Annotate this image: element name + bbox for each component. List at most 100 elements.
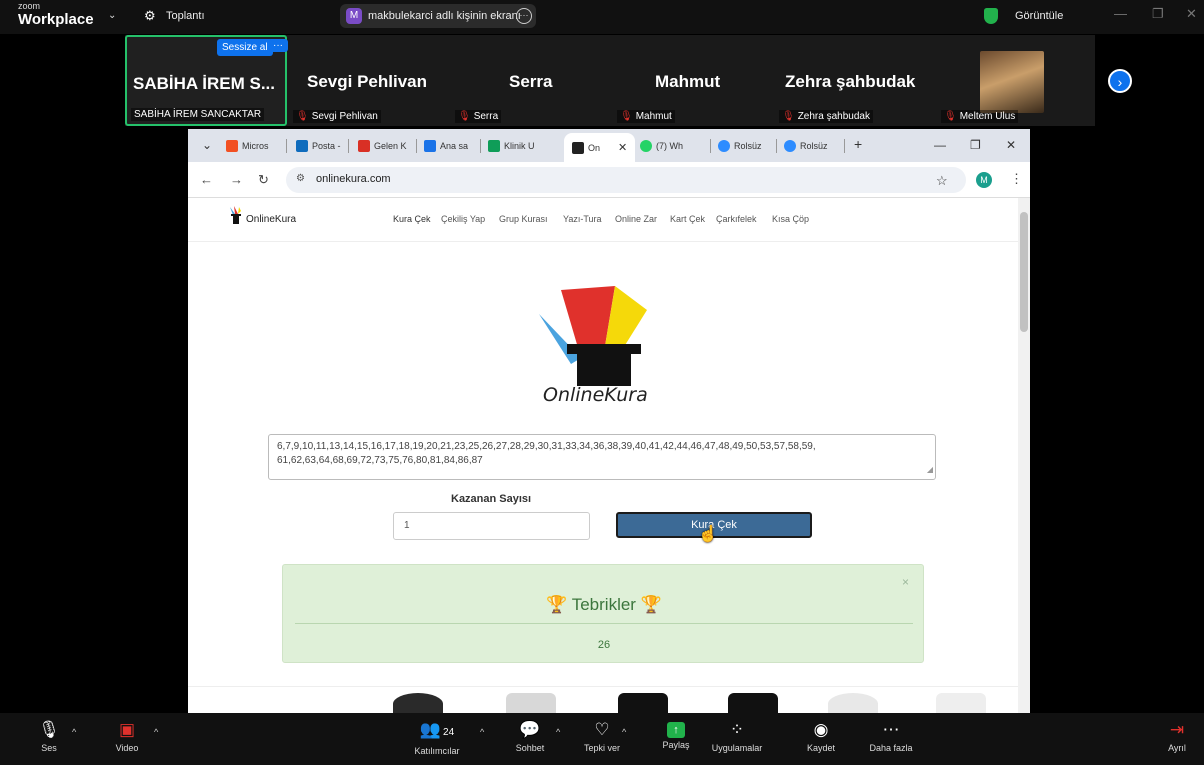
browser-tab[interactable]: Klinik U xyxy=(488,135,535,157)
browser-address-bar: ← → ↻ ⚙ onlinekura.com ☆ M ⋮ xyxy=(188,162,1030,198)
product-image[interactable] xyxy=(393,693,443,713)
react-button[interactable]: ♡ Tepki ver xyxy=(580,719,624,753)
muted-mic-icon: 🎙 xyxy=(458,111,471,122)
next-page-button[interactable]: › xyxy=(1108,69,1132,93)
menu-item[interactable]: Online Zar xyxy=(615,214,657,224)
tab-label: Rolsüz xyxy=(734,141,762,151)
audio-options-caret[interactable]: ^ xyxy=(72,727,76,737)
tab-favicon-icon xyxy=(358,140,370,152)
menu-item[interactable]: Kısa Çöp xyxy=(772,214,809,224)
menu-item[interactable]: Kart Çek xyxy=(670,214,705,224)
participants-icon: 👥 24 xyxy=(419,720,455,739)
profile-avatar[interactable]: M xyxy=(976,172,992,188)
sharer-avatar: M xyxy=(346,8,362,24)
tab-label: Klinik U xyxy=(504,141,535,151)
tile-more-button[interactable]: ··· xyxy=(268,39,288,52)
participant-label: Meltem Ulus xyxy=(959,111,1016,122)
numbers-textarea[interactable]: 6,7,9,10,11,13,14,15,16,17,18,19,20,21,2… xyxy=(268,434,936,480)
chat-options-caret[interactable]: ^ xyxy=(556,727,560,737)
browser-tab[interactable]: Gelen K xyxy=(358,135,407,157)
share-button[interactable]: ↑ Paylaş xyxy=(660,719,692,750)
more-options-icon[interactable]: ··· xyxy=(516,8,532,24)
apps-button[interactable]: ⁘ Uygulamalar xyxy=(708,719,766,753)
forward-icon[interactable]: → xyxy=(230,172,243,187)
participant-tile[interactable]: Mahmut 🎙 Mahmut xyxy=(613,35,773,126)
restore-icon[interactable]: ❐ xyxy=(970,138,981,152)
tab-favicon-icon xyxy=(640,140,652,152)
participant-label: Zehra şahbudak xyxy=(797,111,870,122)
hero-text: OnlineKura xyxy=(543,384,648,406)
tab-close-icon[interactable]: ✕ xyxy=(618,141,627,154)
leave-button[interactable]: ⇥ Ayrıl xyxy=(1162,719,1192,753)
product-image[interactable] xyxy=(936,693,986,713)
browser-tab[interactable]: Ana sa xyxy=(424,135,468,157)
reload-icon[interactable]: ↻ xyxy=(258,172,269,188)
url-field[interactable]: ⚙ onlinekura.com xyxy=(286,167,966,193)
heart-icon: ♡ xyxy=(594,720,610,739)
browser-tab[interactable]: Posta - xyxy=(296,135,341,157)
muted-mic-icon: 🎙 xyxy=(296,111,309,122)
page-scrollbar[interactable] xyxy=(1018,198,1030,713)
browser-tab[interactable]: Rolsüz xyxy=(784,135,828,157)
product-image[interactable] xyxy=(728,693,778,713)
close-icon[interactable]: × xyxy=(902,575,909,589)
video-off-icon: ▣ xyxy=(118,720,136,739)
winners-count-input[interactable]: 1 xyxy=(393,512,590,540)
menu-item[interactable]: Yazı-Tura xyxy=(563,214,602,224)
result-divider xyxy=(295,623,913,624)
site-info-icon[interactable]: ⚙ xyxy=(296,173,305,184)
record-button[interactable]: ◉ Kaydet xyxy=(803,719,839,753)
participant-tile[interactable]: Zehra şahbudak 🎙 Zehra şahbudak xyxy=(775,35,935,126)
browser-tab[interactable]: Micros xyxy=(226,135,269,157)
participant-name: Zehra şahbudak xyxy=(785,72,916,91)
participant-tile-video[interactable]: 🎙 Meltem Ulus xyxy=(937,35,1095,126)
more-button[interactable]: ⋯ Daha fazla xyxy=(866,719,916,753)
product-image[interactable] xyxy=(828,693,878,713)
video-button[interactable]: ▣ Video xyxy=(110,719,144,753)
back-icon[interactable]: ← xyxy=(200,172,213,187)
tab-favicon-icon xyxy=(784,140,796,152)
meeting-label[interactable]: Toplantı xyxy=(166,10,205,22)
participants-options-caret[interactable]: ^ xyxy=(480,727,484,737)
screen-share-indicator[interactable]: M makbulekarci adlı kişinin ekranı ··· xyxy=(340,4,536,28)
browser-tab[interactable]: (7) Wh xyxy=(640,135,683,157)
tab-search-icon[interactable]: ⌄ xyxy=(202,138,212,152)
product-image[interactable] xyxy=(618,693,668,713)
new-tab-icon[interactable]: + xyxy=(854,136,862,152)
react-options-caret[interactable]: ^ xyxy=(622,727,626,737)
browser-tab[interactable]: Rolsüz xyxy=(718,135,762,157)
minimize-icon[interactable]: — xyxy=(1114,6,1127,21)
menu-item[interactable]: Grup Kurası xyxy=(499,214,548,224)
participant-tile-active[interactable]: Sessize al ··· SABİHA İREM S... SABİHA İ… xyxy=(125,35,288,126)
participants-button[interactable]: 👥 24 Katılımcılar xyxy=(404,719,470,756)
browser-menu-icon[interactable]: ⋮ xyxy=(1010,171,1023,187)
resize-handle-icon[interactable]: ◢ xyxy=(927,463,933,477)
menu-item[interactable]: Çekiliş Yap xyxy=(441,214,485,224)
participant-name: Mahmut xyxy=(655,72,721,91)
scrollbar-thumb[interactable] xyxy=(1020,212,1028,332)
mute-button[interactable]: Sessize al xyxy=(217,39,273,56)
shield-icon xyxy=(984,8,998,24)
browser-tab-active[interactable]: On ✕ xyxy=(564,133,636,162)
menu-item[interactable]: Çarkıfelek xyxy=(716,214,757,224)
maximize-icon[interactable]: ❐ xyxy=(1152,6,1164,22)
product-image[interactable] xyxy=(506,693,556,713)
chevron-down-icon[interactable]: ⌄ xyxy=(108,10,116,21)
participant-tile[interactable]: Serra 🎙 Serra xyxy=(451,35,611,126)
site-name[interactable]: OnlineKura xyxy=(246,214,296,225)
close-icon[interactable]: ✕ xyxy=(1006,138,1016,152)
react-label: Tepki ver xyxy=(583,743,620,753)
bookmark-star-icon[interactable]: ☆ xyxy=(936,173,948,189)
record-label: Kaydet xyxy=(806,743,836,753)
close-icon[interactable]: ✕ xyxy=(1186,6,1197,22)
audio-label: Ses xyxy=(41,743,57,753)
menu-item[interactable]: Kura Çek xyxy=(393,214,431,224)
tab-label: (7) Wh xyxy=(656,141,683,151)
audio-button[interactable]: 🎙 Ses xyxy=(36,719,62,753)
participant-tile[interactable]: Sevgi Pehlivan 🎙 Sevgi Pehlivan xyxy=(289,35,449,126)
view-menu[interactable]: Görüntüle xyxy=(1015,10,1063,22)
brand-small-text: zoom xyxy=(18,1,41,11)
chat-button[interactable]: 💬 Sohbet xyxy=(512,719,548,753)
minimize-icon[interactable]: — xyxy=(934,138,946,152)
video-options-caret[interactable]: ^ xyxy=(154,727,158,737)
